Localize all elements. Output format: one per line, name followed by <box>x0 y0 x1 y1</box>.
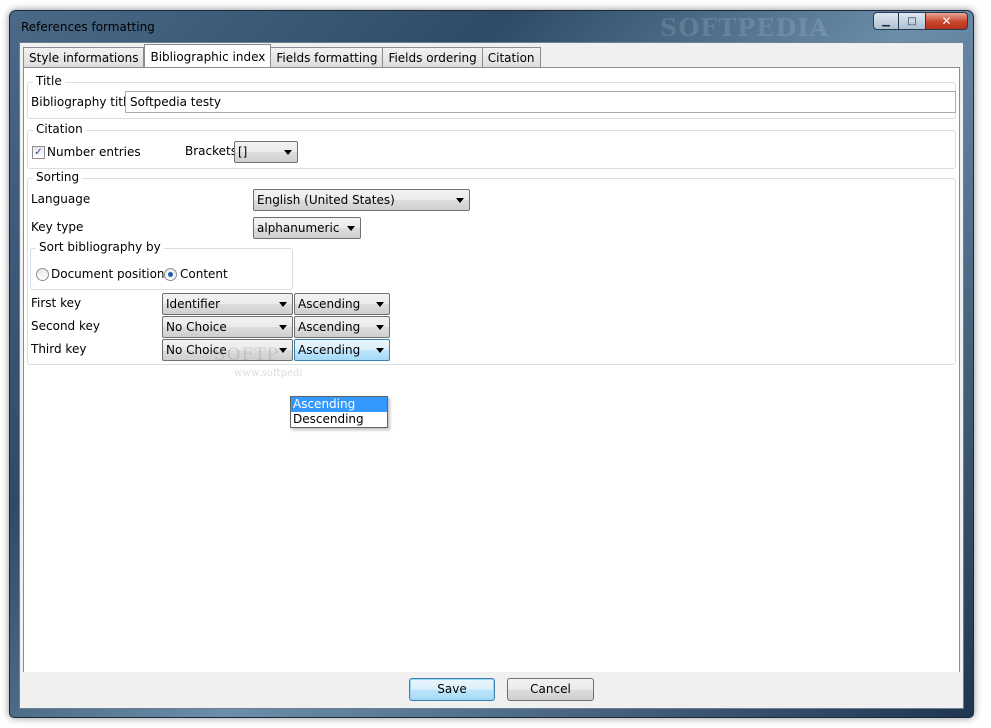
tab-style-informations[interactable]: Style informations <box>23 47 145 68</box>
number-entries-label: Number entries <box>47 145 141 159</box>
tab-citation[interactable]: Citation <box>482 47 541 68</box>
dialog-button-bar: Save Cancel <box>20 672 963 708</box>
maximize-icon: □ <box>907 15 917 27</box>
title-group: Title Bibliography title Softpedia testy <box>27 74 956 119</box>
sorting-group-legend: Sorting <box>33 170 83 184</box>
close-icon: ✕ <box>941 14 952 28</box>
first-key-field-combobox[interactable]: Identifier <box>162 293 293 315</box>
window-title: References formatting <box>21 20 155 34</box>
chevron-down-icon <box>376 302 384 307</box>
number-entries-checkbox[interactable]: ✓ <box>32 146 45 159</box>
key-type-value: alphanumeric <box>257 221 340 235</box>
key-type-combobox[interactable]: alphanumeric <box>253 217 361 239</box>
tab-bibliographic-index[interactable]: Bibliographic index <box>144 44 272 68</box>
bibliography-title-input[interactable]: Softpedia testy <box>125 91 956 113</box>
title-group-legend: Title <box>33 74 65 88</box>
chevron-down-icon <box>347 226 355 231</box>
content-radio[interactable] <box>164 268 177 281</box>
sorting-group: Sorting Language English (United States)… <box>27 170 956 365</box>
sort-by-group: Sort bibliography by Document position C… <box>30 240 293 290</box>
title-bar[interactable]: References formatting SOFTPEDIA ▁ □ ✕ <box>10 11 973 42</box>
key-type-label: Key type <box>31 220 84 234</box>
language-combobox[interactable]: English (United States) <box>253 189 470 211</box>
cancel-button[interactable]: Cancel <box>507 678 594 701</box>
document-position-radio[interactable] <box>36 268 49 281</box>
title-watermark: SOFTPEDIA <box>660 13 830 42</box>
first-key-field-value: Identifier <box>166 297 221 311</box>
minimize-icon: ▁ <box>882 15 890 27</box>
third-key-order-combobox[interactable]: Ascending <box>294 339 390 361</box>
close-button[interactable]: ✕ <box>925 12 968 30</box>
order-dropdown-list: Ascending Descending <box>290 396 388 428</box>
bibliography-title-label: Bibliography title <box>31 95 134 109</box>
second-key-order-value: Ascending <box>298 320 361 334</box>
third-key-order-value: Ascending <box>298 343 361 357</box>
softpedia-watermark-url: www.softpedi <box>234 368 303 379</box>
language-value: English (United States) <box>257 193 395 207</box>
sort-by-legend: Sort bibliography by <box>36 240 164 254</box>
dropdown-option-descending[interactable]: Descending <box>291 412 387 427</box>
citation-group: Citation ✓ Number entries Brackets [] <box>27 122 956 169</box>
minimize-button[interactable]: ▁ <box>873 12 899 30</box>
language-label: Language <box>31 192 91 206</box>
tab-fields-formatting[interactable]: Fields formatting <box>271 47 384 68</box>
first-key-label: First key <box>31 296 82 310</box>
first-key-order-value: Ascending <box>298 297 361 311</box>
document-position-label: Document position <box>51 267 165 281</box>
chevron-down-icon <box>456 198 464 203</box>
brackets-value: [] <box>238 145 248 159</box>
chevron-down-icon <box>284 150 292 155</box>
brackets-combobox[interactable]: [] <box>234 141 298 163</box>
references-formatting-window: References formatting SOFTPEDIA ▁ □ ✕ St… <box>9 10 974 718</box>
chevron-down-icon <box>376 348 384 353</box>
content-label: Content <box>180 267 228 281</box>
dialog-client-area: Style informations Bibliographic index F… <box>19 42 964 709</box>
second-key-order-combobox[interactable]: Ascending <box>294 316 390 338</box>
caption-buttons: ▁ □ ✕ <box>873 12 968 30</box>
maximize-button[interactable]: □ <box>899 12 925 30</box>
third-key-label: Third key <box>31 342 87 356</box>
second-key-field-combobox[interactable]: No Choice <box>162 316 293 338</box>
brackets-label: Brackets <box>185 144 237 158</box>
chevron-down-icon <box>279 348 287 353</box>
first-key-order-combobox[interactable]: Ascending <box>294 293 390 315</box>
chevron-down-icon <box>279 302 287 307</box>
chevron-down-icon <box>279 325 287 330</box>
second-key-label: Second key <box>31 319 100 333</box>
bibliographic-index-page: Title Bibliography title Softpedia testy… <box>23 67 960 705</box>
tab-fields-ordering[interactable]: Fields ordering <box>383 47 483 68</box>
dropdown-option-ascending[interactable]: Ascending <box>291 397 387 412</box>
chevron-down-icon <box>376 325 384 330</box>
tab-strip: Style informations Bibliographic index F… <box>23 44 541 68</box>
softpedia-watermark-logo: SOFTP <box>214 345 280 365</box>
save-button[interactable]: Save <box>409 678 495 701</box>
second-key-field-value: No Choice <box>166 320 227 334</box>
citation-group-legend: Citation <box>33 122 86 136</box>
